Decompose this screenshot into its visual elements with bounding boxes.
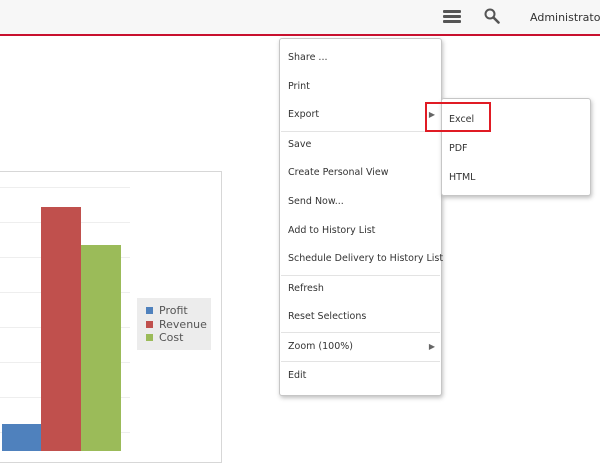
menu-item-label: Reset Selections [288, 311, 367, 322]
submenu-arrow-icon: ▶ [428, 342, 435, 351]
legend-swatch [146, 334, 153, 341]
user-name: Administrator [530, 11, 600, 24]
chart-legend: Profit Revenue Cost [137, 298, 211, 350]
bar-profit[interactable] [2, 424, 41, 451]
legend-item: Cost [146, 331, 183, 344]
legend-item: Revenue [146, 318, 207, 331]
hamburger-menu-icon[interactable] [443, 8, 461, 26]
legend-label: Cost [159, 331, 184, 344]
submenu-item-label: PDF [449, 143, 468, 154]
user-menu[interactable]: Administrator▼ [530, 11, 600, 24]
legend-label: Revenue [159, 318, 207, 331]
menu-item-zoom[interactable]: Zoom (100%) ▶ [280, 333, 441, 361]
menu-item-label: Zoom (100%) [288, 341, 353, 352]
search-icon[interactable] [484, 8, 502, 26]
menu-item-edit[interactable]: Edit [280, 362, 441, 390]
menu-item-schedule-delivery[interactable]: Schedule Delivery to History List [280, 245, 444, 273]
menu-item-create-personal-view[interactable]: Create Personal View [280, 159, 441, 187]
submenu-item-label: HTML [449, 172, 476, 183]
menu-item-label: Refresh [288, 283, 324, 294]
submenu-item-label: Excel [449, 114, 475, 125]
legend-item: Profit [146, 304, 188, 317]
menu-item-share[interactable]: Share ... [280, 44, 441, 72]
menu-item-reset-selections[interactable]: Reset Selections [280, 303, 441, 331]
menu-item-add-to-history[interactable]: Add to History List [280, 217, 441, 245]
document-menu: Share ... Print Export ▶ Save Create Pers… [279, 38, 444, 396]
legend-label: Profit [159, 304, 188, 317]
menu-item-save[interactable]: Save [280, 131, 441, 159]
menu-item-refresh[interactable]: Refresh [280, 275, 441, 303]
menu-item-export[interactable]: Export ▶ [280, 101, 441, 129]
menu-item-label: Schedule Delivery to History List [288, 253, 444, 264]
menu-item-label: Add to History List [288, 225, 376, 236]
submenu-item-html[interactable]: HTML [442, 164, 590, 192]
menu-item-send-now[interactable]: Send Now... [280, 188, 441, 216]
menu-item-label: Print [288, 81, 310, 92]
submenu-item-excel[interactable]: Excel [442, 106, 590, 134]
menu-item-label: Save [288, 139, 312, 150]
export-submenu: Excel PDF HTML [441, 98, 591, 196]
menu-item-label: Share ... [288, 52, 328, 63]
legend-swatch [146, 321, 153, 328]
gridline [0, 187, 130, 188]
menu-item-label: Export [288, 109, 320, 120]
top-bar: Administrator▼ [0, 0, 600, 36]
menu-item-label: Send Now... [288, 196, 344, 207]
menu-item-label: Create Personal View [288, 167, 389, 178]
submenu-item-pdf[interactable]: PDF [442, 135, 590, 163]
bar-revenue[interactable] [41, 207, 81, 451]
bar-cost[interactable] [81, 245, 121, 451]
menu-item-label: Edit [288, 370, 307, 381]
legend-swatch [146, 307, 153, 314]
submenu-arrow-icon: ▶ [428, 110, 435, 119]
menu-item-print[interactable]: Print [280, 73, 441, 101]
